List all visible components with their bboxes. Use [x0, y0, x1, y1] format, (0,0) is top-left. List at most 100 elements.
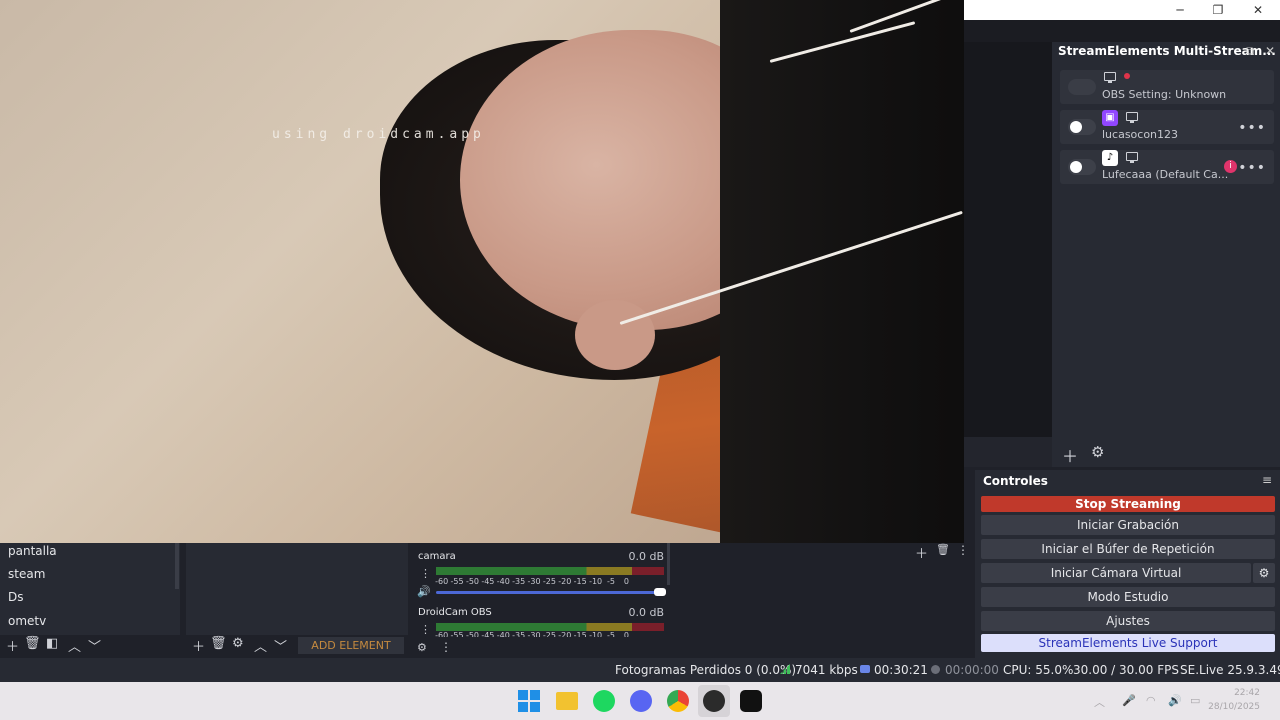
- studio-mode-button[interactable]: Modo Estudio: [981, 587, 1275, 607]
- speaker-icon[interactable]: 🔊: [417, 585, 431, 598]
- sources-toolbar: ＋ 🗑 ⚙ ︿ ﹀ ADD ELEMENT: [186, 636, 408, 656]
- microphone-icon[interactable]: 🎤: [1122, 694, 1136, 707]
- meter-tick: -10: [589, 577, 603, 586]
- status-bar: Fotogramas Perdidos 0 (0.0%) 7041 kbps 0…: [0, 658, 1280, 682]
- taskbar-clock[interactable]: 22:42 28/10/2025: [1208, 686, 1260, 714]
- kebab-menu-icon[interactable]: ⋮: [420, 623, 431, 636]
- discord-icon[interactable]: [630, 690, 652, 712]
- more-options-icon[interactable]: •••: [1238, 120, 1266, 136]
- dock-float-icon[interactable]: ⧉: [1246, 44, 1255, 59]
- dock-close-icon[interactable]: ✕: [1265, 44, 1275, 58]
- add-transition-icon[interactable]: ＋: [915, 543, 928, 562]
- stream-toggle-obs[interactable]: [1068, 79, 1096, 95]
- meter-tick: -60: [435, 577, 449, 586]
- obs-icon[interactable]: [703, 690, 725, 712]
- scene-item[interactable]: steam: [8, 567, 45, 581]
- volume-meter: [436, 567, 664, 575]
- meter-ticks: -60 -55 -50 -45 -40 -35 -30 -25 -20 -15 -10 -5 0: [435, 631, 629, 637]
- scene-filter-icon[interactable]: ◧: [46, 636, 58, 651]
- multistream-dock: StreamElements Multi-Stream... ⧉ ✕ OBS S…: [1052, 42, 1280, 467]
- maximize-icon[interactable]: ❐: [1208, 2, 1228, 18]
- scene-item[interactable]: ometv: [8, 614, 46, 628]
- scene-item[interactable]: Ds: [8, 590, 24, 604]
- add-element-button[interactable]: ADD ELEMENT: [298, 637, 404, 654]
- stream-row-twitch: ▣ lucasocon123 •••: [1060, 110, 1274, 144]
- start-recording-button[interactable]: Iniciar Grabación: [981, 515, 1275, 535]
- meter-tick: -5: [607, 577, 615, 586]
- scene-item[interactable]: pantalla: [8, 544, 57, 558]
- dock-header: StreamElements Multi-Stream... ⧉ ✕: [1052, 42, 1280, 62]
- mixer-channel-name: camara: [418, 551, 456, 562]
- close-icon[interactable]: ✕: [1248, 2, 1268, 18]
- volume-slider[interactable]: [436, 588, 666, 596]
- controls-dock: Controles ≡ Stop Streaming Iniciar Graba…: [975, 470, 1280, 658]
- volume-meter: [436, 623, 664, 631]
- meter-ticks: -60 -55 -50 -45 -40 -35 -30 -25 -20 -15 -10 -5 0: [434, 577, 666, 586]
- kebab-menu-icon[interactable]: ⋮: [440, 640, 452, 654]
- mixer-settings-icon[interactable]: ⚙: [417, 641, 427, 654]
- delete-scene-icon[interactable]: 🗑: [24, 636, 41, 651]
- monitor-icon: [1126, 152, 1138, 163]
- volume-icon[interactable]: 🔊: [1168, 694, 1182, 707]
- tray-chevron-icon[interactable]: ︿: [1094, 694, 1105, 710]
- status-dot-icon: [1124, 73, 1130, 79]
- spotify-icon[interactable]: [593, 690, 615, 712]
- stream-row-obs: OBS Setting: Unknown: [1060, 70, 1274, 104]
- add-source-icon[interactable]: ＋: [192, 636, 205, 655]
- capcut-icon[interactable]: [740, 690, 762, 712]
- settings-button[interactable]: Ajustes: [981, 611, 1275, 631]
- move-up-icon[interactable]: ︿: [68, 636, 81, 655]
- scenes-list: pantalla steam Ds ometv: [0, 543, 180, 635]
- stream-row-name: OBS Setting: Unknown: [1102, 88, 1227, 101]
- preview-shirt: [720, 0, 964, 543]
- clock-time: 22:42: [1234, 688, 1260, 698]
- replay-buffer-button[interactable]: Iniciar el Búfer de Repetición: [981, 539, 1275, 559]
- meter-tick: -35: [512, 577, 526, 586]
- battery-icon[interactable]: ▭: [1190, 694, 1200, 707]
- droidcam-watermark: using droidcam.app: [272, 127, 485, 142]
- window-titlebar: ─ ❐ ✕: [964, 0, 1280, 20]
- record-icon: [931, 665, 940, 674]
- chrome-icon[interactable]: [667, 690, 689, 712]
- source-gear-icon[interactable]: ⚙: [232, 636, 244, 651]
- dock-title: StreamElements Multi-Stream...: [1058, 44, 1276, 58]
- mixer-channel-name: DroidCam OBS: [418, 607, 492, 618]
- meter-tick: -20: [558, 577, 572, 586]
- dock-menu-icon[interactable]: ≡: [1262, 473, 1272, 487]
- meter-tick: -30: [527, 577, 541, 586]
- info-icon[interactable]: i: [1224, 160, 1237, 173]
- gear-icon[interactable]: ⚙: [1091, 443, 1104, 461]
- stop-streaming-button[interactable]: Stop Streaming: [981, 496, 1275, 512]
- delete-source-icon[interactable]: 🗑: [210, 636, 227, 651]
- move-down-icon[interactable]: ﹀: [274, 636, 287, 655]
- move-down-icon[interactable]: ﹀: [88, 636, 101, 655]
- more-options-icon[interactable]: •••: [1238, 160, 1266, 176]
- stream-toggle-tiktok[interactable]: [1068, 159, 1096, 175]
- meter-tick: -40: [496, 577, 510, 586]
- move-up-icon[interactable]: ︿: [254, 636, 267, 655]
- mixer-scrollbar[interactable]: [667, 543, 670, 585]
- file-explorer-icon[interactable]: [556, 692, 578, 710]
- meter-tick: 0: [623, 577, 629, 586]
- fps: 30.00 / 30.00 FPS: [1073, 663, 1179, 677]
- windows-start-icon[interactable]: [518, 690, 540, 712]
- minimize-icon[interactable]: ─: [1170, 2, 1190, 18]
- virtual-camera-button[interactable]: Iniciar Cámara Virtual: [981, 563, 1251, 583]
- program-preview[interactable]: [0, 0, 964, 543]
- wifi-icon[interactable]: ◠: [1146, 694, 1156, 707]
- add-stream-icon[interactable]: ＋: [1062, 443, 1078, 467]
- stream-toggle-twitch[interactable]: [1068, 119, 1096, 135]
- live-support-button[interactable]: StreamElements Live Support: [981, 634, 1275, 652]
- meter-tick: -25: [542, 577, 556, 586]
- kebab-menu-icon[interactable]: ⋮: [420, 567, 431, 580]
- scenes-scrollbar[interactable]: [175, 543, 179, 589]
- clock-date: 28/10/2025: [1208, 702, 1260, 712]
- delete-transition-icon[interactable]: 🗑: [936, 543, 950, 556]
- sources-list: [186, 543, 408, 635]
- add-scene-icon[interactable]: ＋: [6, 636, 19, 655]
- meter-tick: -15: [573, 577, 587, 586]
- mixer-channel-db: 0.0 dB: [628, 606, 664, 619]
- kebab-menu-icon[interactable]: ⋮: [957, 543, 969, 557]
- volume-slider-handle[interactable]: [654, 588, 666, 596]
- virtual-camera-gear-icon[interactable]: ⚙: [1253, 563, 1275, 583]
